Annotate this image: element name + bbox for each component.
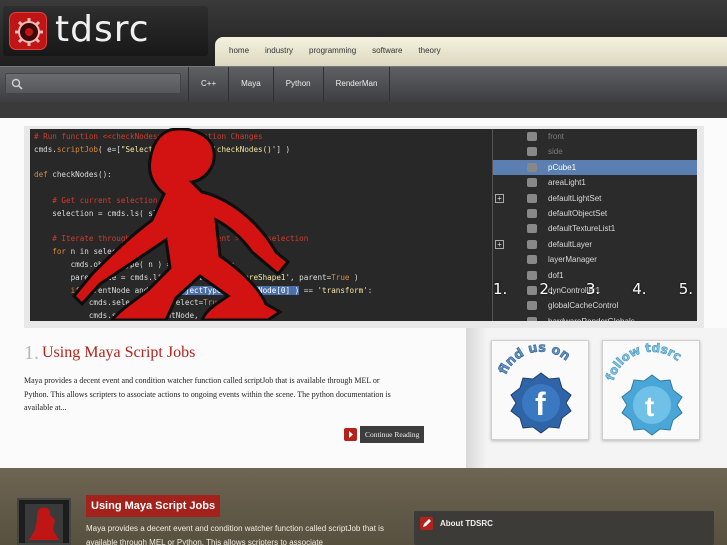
pencil-icon	[420, 517, 433, 530]
facebook-badge[interactable]: find us on f	[491, 340, 589, 440]
subnav-python[interactable]: Python	[272, 67, 323, 103]
svg-text:t: t	[645, 391, 654, 422]
runner-silhouette-icon	[71, 128, 291, 320]
node-icon	[527, 193, 537, 203]
social-panel: find us on f follow tdsrc t	[466, 328, 727, 468]
node-icon	[527, 224, 537, 234]
node-icon	[527, 255, 537, 265]
site-footer: Using Maya Script Jobs Maya provides a d…	[0, 468, 727, 545]
subnav-cpp[interactable]: C++	[188, 67, 228, 103]
svg-text:follow tdsrc: follow tdsrc	[603, 341, 684, 382]
arrow-right-icon	[344, 428, 357, 441]
outliner-item[interactable]: defaultObjectSet	[493, 206, 697, 221]
facebook-icon: find us on f	[496, 340, 573, 434]
nav-programming[interactable]: programming	[301, 37, 364, 66]
outliner-item-label: defaultLayer	[548, 239, 593, 249]
subnav-maya[interactable]: Maya	[228, 67, 273, 103]
outliner-item[interactable]: areaLight1	[493, 175, 697, 190]
node-icon	[527, 178, 537, 188]
post-excerpt: Maya provides a decent event and conditi…	[24, 376, 391, 412]
site-logo[interactable]: tdsrc	[3, 6, 208, 56]
post-thumbnail[interactable]	[17, 498, 71, 545]
search-input[interactable]	[5, 73, 181, 94]
outliner-item-label: defaultObjectSet	[548, 208, 608, 218]
outliner-item[interactable]: + defaultLayer	[493, 237, 697, 252]
node-icon	[527, 301, 537, 311]
twitter-badge[interactable]: follow tdsrc t	[602, 340, 700, 440]
twitter-badge-text: follow tdsrc	[603, 340, 685, 382]
facebook-badge-text: find us on	[496, 340, 573, 377]
about-widget: About TDSRC	[414, 511, 714, 545]
about-title: About TDSRC	[440, 519, 493, 528]
outliner-item[interactable]: pCube1	[493, 159, 697, 176]
slide-number-5[interactable]: 5.	[679, 280, 693, 298]
secondary-nav: C++ Maya Python RenderMan	[0, 66, 727, 103]
slide-pager: 1. 2. 3. 4. 5.	[493, 280, 693, 298]
continue-reading-label: Continue Reading	[360, 426, 425, 443]
nav-industry[interactable]: industry	[257, 37, 301, 66]
outliner-item[interactable]: side	[493, 144, 697, 159]
main-content: # Run function <<checkNodes>> on Selecti…	[0, 118, 727, 468]
continue-reading-button[interactable]: Continue Reading	[344, 426, 425, 443]
logo-wordmark: tdsrc	[55, 9, 150, 50]
outliner-item[interactable]: front	[493, 129, 697, 144]
category-tabs: C++ Maya Python RenderMan	[188, 67, 391, 103]
outliner-item-label: globalCacheControl	[548, 301, 619, 311]
expand-icon[interactable]: +	[495, 193, 504, 203]
footer-post-title[interactable]: Using Maya Script Jobs	[86, 495, 221, 517]
outliner-item-label: areaLight1	[548, 178, 586, 188]
outliner-item[interactable]: layerManager	[493, 252, 697, 267]
node-icon	[527, 162, 537, 172]
outliner-item-label: front	[548, 132, 565, 141]
outliner-item[interactable]: globalCacheControl	[493, 298, 697, 313]
subnav-renderman[interactable]: RenderMan	[322, 67, 391, 103]
slide-number-3[interactable]: 3.	[586, 280, 600, 298]
outliner-item-label: layerManager	[548, 255, 597, 265]
outliner-item-label: defaultLightSet	[548, 193, 602, 203]
outliner-item[interactable]: defaultTextureList1	[493, 221, 697, 236]
expand-icon[interactable]: +	[495, 239, 504, 249]
node-icon	[527, 270, 537, 280]
outliner-item-label: pCube1	[548, 162, 577, 172]
outliner-item[interactable]: hardwareRenderGlobals	[493, 314, 697, 321]
slide-number-1[interactable]: 1.	[493, 280, 507, 298]
footer-post-excerpt: Maya provides a decent event and conditi…	[86, 524, 384, 545]
primary-nav: home industry programming software theor…	[215, 37, 727, 66]
twitter-icon: follow tdsrc t	[603, 340, 685, 436]
node-icon	[527, 208, 537, 218]
outliner-item-label: defaultTextureList1	[548, 224, 616, 234]
node-icon	[527, 147, 537, 157]
outliner-item-label: dof1	[548, 270, 564, 280]
nav-software[interactable]: software	[364, 37, 410, 66]
node-icon	[527, 316, 537, 321]
gear-logo-icon	[9, 12, 47, 50]
outliner-item-label: side	[548, 147, 563, 157]
nav-theory[interactable]: theory	[410, 37, 448, 66]
svg-text:find us on: find us on	[496, 341, 573, 377]
slide-number-2[interactable]: 2.	[539, 280, 553, 298]
search-icon[interactable]	[11, 78, 23, 90]
nav-home[interactable]: home	[221, 37, 257, 66]
node-icon	[527, 132, 537, 141]
post-title[interactable]: Using Maya Script Jobs	[42, 344, 195, 362]
post-number: 1.	[24, 342, 39, 364]
slide-number-4[interactable]: 4.	[632, 280, 646, 298]
outliner-item-label: hardwareRenderGlobals	[548, 317, 635, 321]
site-header: tdsrc home industry programming software…	[0, 0, 727, 68]
node-icon	[527, 239, 537, 249]
outliner-item[interactable]: + defaultLightSet	[493, 191, 697, 206]
svg-text:f: f	[535, 386, 546, 422]
nav-divider	[0, 102, 727, 118]
